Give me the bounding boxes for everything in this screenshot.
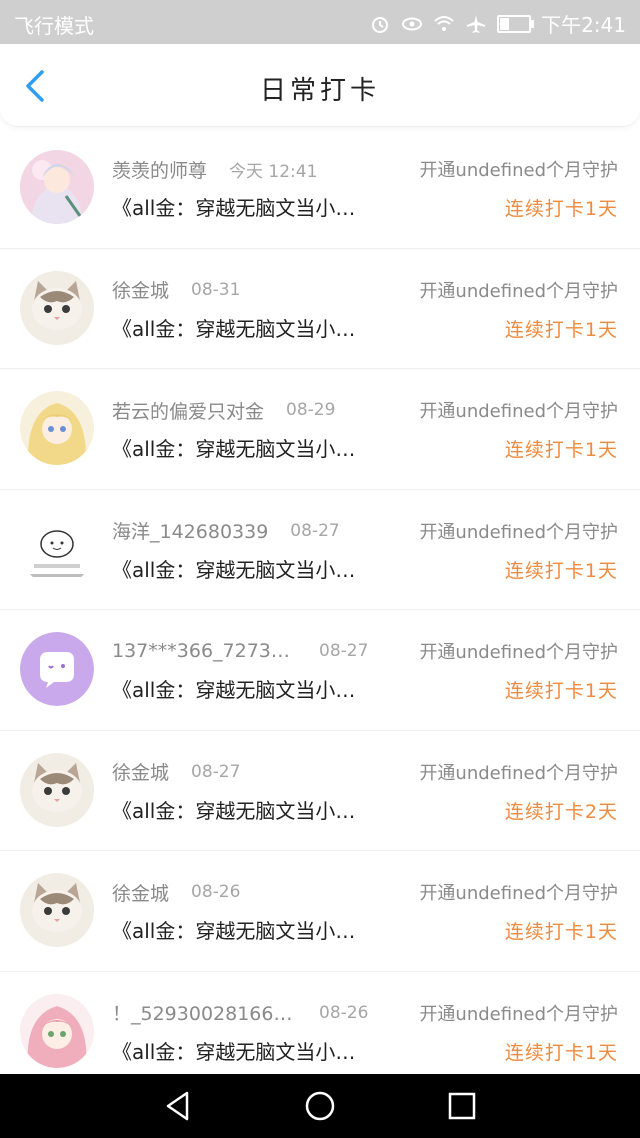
guard-text: 开通undefined个月守护 [419,762,618,784]
recents-square-icon[interactable] [444,1088,480,1124]
checkin-date: 08-31 [191,279,241,300]
streak-text: 连续打卡1天 [504,198,618,220]
eye-icon [402,17,423,30]
list-item[interactable]: 徐金城 08-26 《all金：穿越无脑文当小… 开通undefined个月守护… [0,851,640,972]
checkin-list: 羡羡的师尊 今天 12:41 《all金：穿越无脑文当小… 开通undefine… [0,128,640,1092]
book-title: 《all金：穿越无脑文当小… [112,437,356,461]
checkin-date: 08-27 [319,641,369,661]
user-name[interactable]: 徐金城 [112,277,169,303]
alarm-icon [372,16,389,33]
checkin-date: 08-26 [319,1002,369,1023]
user-name[interactable]: 羡羡的师尊 [112,156,207,182]
status-bar: 飞行模式 下午2:41 [0,0,640,44]
avatar[interactable] [20,632,94,706]
user-name[interactable]: 徐金城 [112,879,169,905]
name-line: 海洋_142680339 08-27 [112,518,412,544]
streak-text: 连续打卡1天 [504,921,618,943]
book-title: 《all金：穿越无脑文当小… [112,557,356,582]
avatar[interactable] [20,391,94,465]
avatar[interactable] [20,511,94,586]
user-name[interactable]: ！_529300281668… [112,1000,297,1026]
user-name[interactable]: 若云的偏爱只对金 [112,397,264,423]
system-nav-bar [0,1074,640,1138]
list-item[interactable]: 海洋_142680339 08-27 《all金：穿越无脑文当小… 开通unde… [0,490,640,610]
streak-text: 连续打卡2天 [504,800,618,823]
guard-text: 开通undefined个月守护 [419,401,618,422]
user-name[interactable]: 海洋_142680339 [112,518,268,544]
checkin-date: 08-29 [286,400,336,420]
avatar[interactable] [20,752,94,827]
streak-text: 连续打卡1天 [504,318,618,341]
avatar[interactable] [20,873,94,947]
checkin-date: 08-27 [191,761,241,782]
user-name[interactable]: 137***366_727359… [112,640,297,662]
book-title: 《all金：穿越无脑文当小… [112,1039,356,1064]
list-item[interactable]: 徐金城 08-27 《all金：穿越无脑文当小… 开通undefined个月守护… [0,731,640,851]
streak-text: 连续打卡1天 [504,680,618,702]
checkin-date: 08-27 [290,520,340,541]
streak-text: 连续打卡1天 [504,1041,618,1064]
battery-icon [497,14,535,33]
airplane-icon [467,14,486,33]
name-line: 137***366_727359… 08-27 [112,638,412,664]
avatar[interactable] [20,150,94,224]
guard-text: 开通undefined个月守护 [419,883,618,904]
guard-text: 开通undefined个月守护 [419,642,618,663]
guard-text: 开通undefined个月守护 [419,280,618,302]
avatar[interactable] [20,993,94,1068]
name-line: ！_529300281668… 08-26 [112,1000,412,1026]
book-title: 《all金：穿越无脑文当小… [112,678,356,702]
book-title: 《all金：穿越无脑文当小… [112,316,356,341]
name-line: 若云的偏爱只对金 08-29 [112,397,412,423]
name-line: 羡羡的师尊 今天 12:41 [112,156,412,182]
status-icons: 下午2:41 [369,9,626,38]
name-line: 徐金城 08-26 [112,879,412,905]
back-triangle-icon[interactable] [160,1088,196,1124]
status-time: 下午2:41 [541,13,626,37]
airplane-mode-label: 飞行模式 [14,14,94,38]
avatar[interactable] [20,270,94,345]
wifi-icon [434,15,454,31]
list-item[interactable]: 徐金城 08-31 《all金：穿越无脑文当小… 开通undefined个月守护… [0,249,640,369]
guard-text: 开通undefined个月守护 [419,1003,618,1025]
page-title: 日常打卡 [259,76,380,106]
guard-text: 开通undefined个月守护 [419,160,618,181]
home-circle-icon[interactable] [302,1088,338,1124]
list-item[interactable]: 若云的偏爱只对金 08-29 《all金：穿越无脑文当小… 开通undefine… [0,369,640,490]
streak-text: 连续打卡1天 [504,559,618,582]
book-title: 《all金：穿越无脑文当小… [112,798,356,823]
list-item[interactable]: 137***366_727359… 08-27 《all金：穿越无脑文当小… 开… [0,610,640,731]
book-title: 《all金：穿越无脑文当小… [112,196,356,220]
name-line: 徐金城 08-27 [112,759,412,785]
checkin-date: 08-26 [191,882,241,902]
streak-text: 连续打卡1天 [504,439,618,461]
user-name[interactable]: 徐金城 [112,759,169,785]
header: 日常打卡 [0,44,640,127]
checkin-date: 今天 12:41 [229,161,318,182]
name-line: 徐金城 08-31 [112,277,412,303]
guard-text: 开通undefined个月守护 [419,521,618,543]
list-item[interactable]: 羡羡的师尊 今天 12:41 《all金：穿越无脑文当小… 开通undefine… [0,128,640,249]
book-title: 《all金：穿越无脑文当小… [112,919,356,943]
